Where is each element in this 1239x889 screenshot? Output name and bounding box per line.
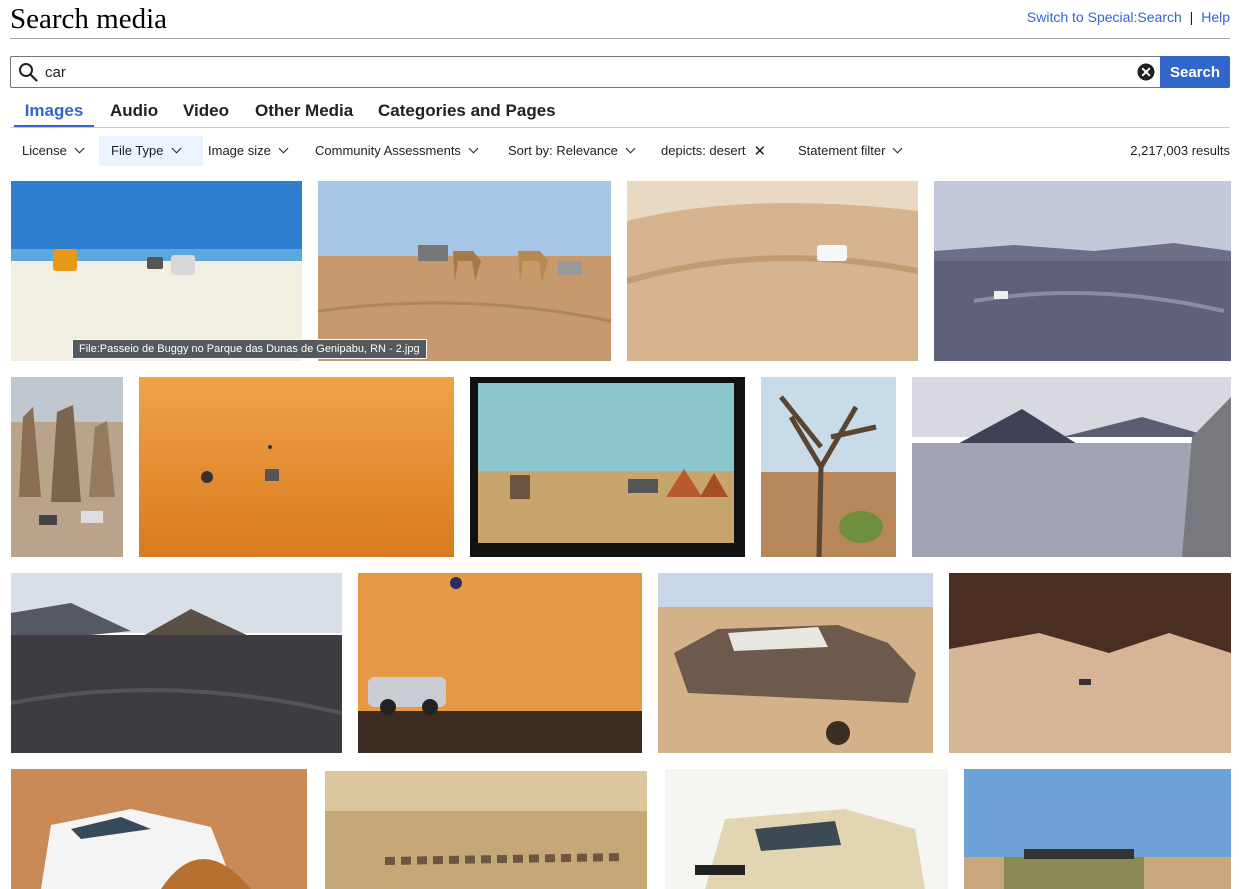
filter-label: File Type (111, 143, 164, 158)
chevron-down-icon (625, 143, 636, 154)
result-thumbnail[interactable] (358, 573, 642, 753)
tab-video[interactable]: Video (183, 101, 229, 125)
result-thumbnail[interactable] (11, 573, 342, 753)
page-header: Search media Switch to Special:Search | … (10, 0, 1230, 39)
tab-audio[interactable]: Audio (110, 101, 158, 125)
result-thumbnail[interactable] (627, 181, 918, 361)
chevron-down-icon (892, 143, 903, 154)
sort-by-dropdown[interactable]: Sort by: Relevance (508, 136, 642, 166)
result-thumbnail[interactable] (11, 377, 123, 557)
result-thumbnail[interactable] (11, 769, 307, 889)
tab-other-media[interactable]: Other Media (255, 101, 353, 125)
result-thumbnail[interactable] (912, 377, 1231, 557)
tab-categories-and-pages[interactable]: Categories and Pages (378, 101, 556, 125)
thumbnail-tooltip: File:Passeio de Buggy no Parque das Duna… (72, 339, 427, 359)
result-thumbnail[interactable] (761, 377, 896, 557)
search-icon (19, 63, 38, 82)
chevron-down-icon (171, 143, 181, 154)
filter-community-assessments[interactable]: Community Assessments (315, 136, 485, 166)
help-link[interactable]: Help (1201, 9, 1230, 25)
page-title: Search media (10, 3, 168, 35)
result-thumbnail[interactable] (665, 769, 948, 889)
result-thumbnail[interactable] (470, 377, 745, 557)
result-thumbnail[interactable] (934, 181, 1231, 361)
filter-file-type[interactable]: File Type (99, 136, 203, 166)
top-links: Switch to Special:Search | Help (1027, 9, 1230, 25)
close-icon[interactable]: ✕ (754, 137, 767, 167)
chevron-down-icon (278, 143, 289, 154)
filter-bar: License File Type Image size Community A… (0, 136, 1239, 166)
filter-label: License (22, 143, 67, 158)
search-box[interactable] (10, 56, 1162, 88)
results-count: 2,217,003 results (1130, 143, 1230, 158)
search-button[interactable]: Search (1160, 56, 1230, 88)
link-separator: | (1189, 9, 1194, 25)
filter-label: Sort by: Relevance (508, 143, 618, 158)
filter-label: Statement filter (798, 143, 886, 158)
result-thumbnail[interactable] (658, 573, 933, 753)
result-thumbnail[interactable] (11, 181, 302, 361)
result-thumbnail[interactable] (318, 181, 611, 361)
chevron-down-icon (468, 143, 479, 154)
filter-label: Image size (208, 143, 271, 158)
chevron-down-icon (74, 143, 85, 154)
tab-images[interactable]: Images (14, 101, 94, 127)
filter-license[interactable]: License (14, 136, 91, 166)
media-type-tabs: Images Audio Video Other Media Categorie… (10, 96, 1230, 128)
result-thumbnail[interactable] (325, 771, 647, 889)
filter-statement[interactable]: Statement filter (798, 136, 909, 166)
search-bar: Search (10, 56, 1230, 88)
filter-image-size[interactable]: Image size (208, 136, 295, 166)
result-thumbnail[interactable] (139, 377, 454, 557)
filter-label: depicts: desert (661, 143, 746, 158)
filter-depicts-desert[interactable]: depicts: desert ✕ (661, 136, 774, 166)
result-thumbnail[interactable] (949, 573, 1231, 753)
search-input[interactable] (45, 60, 1125, 84)
result-thumbnail[interactable] (964, 769, 1231, 889)
filter-label: Community Assessments (315, 143, 461, 158)
switch-to-special-search-link[interactable]: Switch to Special:Search (1027, 9, 1182, 25)
clear-search-icon[interactable] (1137, 63, 1155, 81)
